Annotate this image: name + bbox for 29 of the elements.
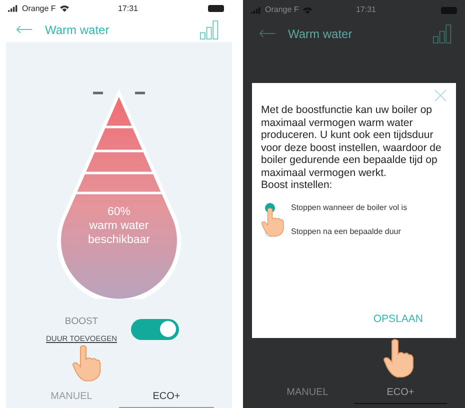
carrier-name: Orange F xyxy=(265,4,299,16)
close-icon[interactable] xyxy=(434,89,447,102)
back-arrow-icon[interactable] xyxy=(259,29,276,38)
signal-icon xyxy=(251,6,261,14)
level-caption: warm water xyxy=(89,218,149,232)
boost-toggle[interactable] xyxy=(131,318,179,340)
wifi-icon xyxy=(60,5,69,12)
level-percent: 60% xyxy=(107,204,131,218)
page-title: Warm water xyxy=(45,22,110,39)
hand-pointer-icon xyxy=(261,206,285,238)
dialog-description: Met de boostfunctie kan uw boiler op maximaal vermogen warm water produceren. U kunt ook een tijdsduur voor deze boost instellen, waardoor de boiler gedurende een bepaalde tijd op maximaal vermogen werkt. xyxy=(261,104,442,179)
signal-icon xyxy=(8,5,18,12)
page-title: Warm water xyxy=(288,26,352,42)
back-arrow-icon[interactable] xyxy=(16,25,33,34)
wifi-icon xyxy=(302,6,312,14)
level-caption: beschikbaar xyxy=(88,232,150,246)
mode-tab[interactable]: ECO+ xyxy=(354,382,447,404)
boost-label: BOOST xyxy=(64,314,98,328)
battery-icon xyxy=(208,5,224,12)
hand-pointer-icon xyxy=(383,338,415,378)
bar-chart-icon[interactable] xyxy=(432,24,453,44)
carrier-name: Orange F xyxy=(22,2,56,15)
clock-time: 17:31 xyxy=(116,2,140,15)
bar-chart-icon[interactable] xyxy=(199,20,220,40)
dialog-subtitle: Boost instellen: xyxy=(261,179,334,192)
clock-time: 17:31 xyxy=(354,4,378,16)
battery-icon xyxy=(441,6,457,14)
mode-tab[interactable]: ECO+ xyxy=(119,386,214,408)
hand-pointer-icon xyxy=(72,344,102,382)
